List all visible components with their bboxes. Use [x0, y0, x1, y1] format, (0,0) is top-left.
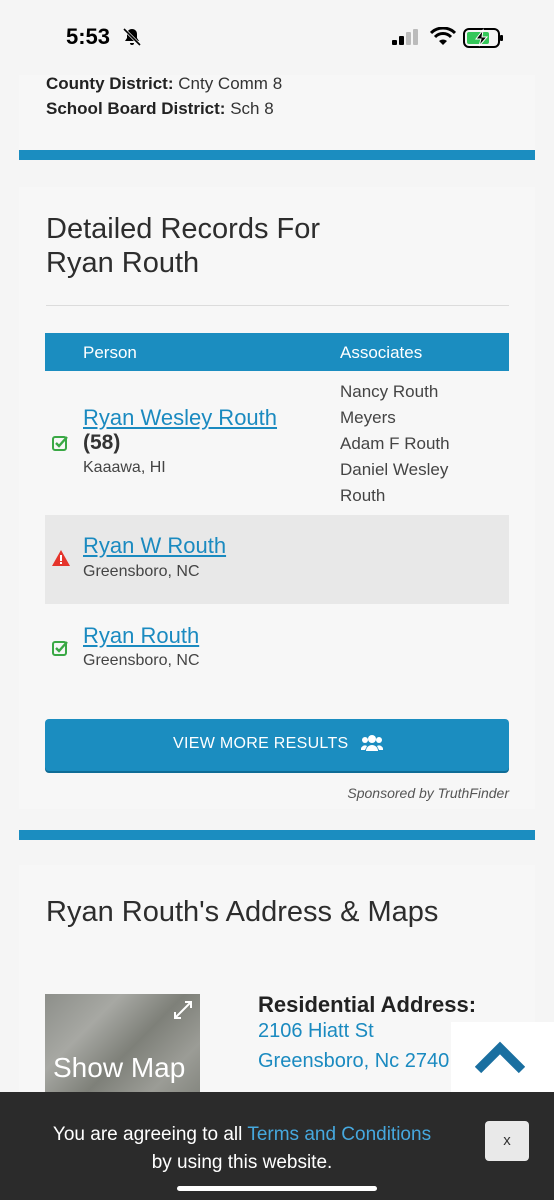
school-board-label: School Board District:	[46, 99, 226, 118]
back-to-top-button[interactable]	[451, 1022, 554, 1092]
cellular-signal-icon	[392, 29, 418, 45]
view-more-results-label: VIEW MORE RESULTS	[173, 735, 349, 752]
address-title: Ryan Routh's Address & Maps	[46, 896, 439, 928]
battery-charging-icon	[463, 28, 503, 48]
person-location: Kaaawa, HI	[83, 459, 166, 476]
close-consent-button[interactable]: x	[485, 1121, 529, 1161]
check-square-icon	[52, 641, 68, 656]
consent-suffix: by using this website.	[151, 1152, 333, 1173]
table-row: Ryan W Routh Greensboro, NC	[45, 515, 509, 604]
section-divider	[19, 830, 535, 840]
table-row: Ryan Wesley Routh (58) Kaaawa, HI Nancy …	[45, 371, 509, 515]
map-thumbnail[interactable]: Show Map	[45, 994, 200, 1094]
person-link[interactable]: Ryan Routh	[83, 623, 199, 649]
associate-name: Daniel Wesley	[340, 460, 449, 479]
person-age: (58)	[83, 431, 121, 454]
show-map-label: Show Map	[53, 1052, 186, 1083]
records-table-header: Person Associates	[45, 333, 509, 371]
address-line1-link[interactable]: 2106 Hiatt St	[258, 1020, 374, 1043]
wifi-icon	[430, 27, 456, 45]
school-board-district: School Board District: Sch 8	[46, 99, 274, 119]
records-title: Detailed Records For Ryan Routh	[46, 212, 320, 280]
county-district-value: Cnty Comm 8	[178, 74, 283, 93]
person-location: Greensboro, NC	[83, 652, 200, 669]
home-indicator	[177, 1186, 377, 1191]
associate-name: Adam F Routh	[340, 434, 450, 453]
associate-name: Meyers	[340, 408, 396, 427]
bell-muted-icon	[122, 27, 142, 47]
associate-name: Routh	[340, 486, 386, 505]
county-district-label: County District:	[46, 74, 174, 93]
table-row: Ryan Routh Greensboro, NC	[45, 604, 509, 692]
consent-message: You are agreeing to all Terms and Condit…	[0, 1121, 484, 1177]
county-district: County District: Cnty Comm 8	[46, 74, 282, 94]
terms-link[interactable]: Terms and Conditions	[247, 1124, 431, 1145]
address-line2-link[interactable]: Greensboro, Nc 2740	[258, 1050, 449, 1073]
status-time: 5:53	[66, 24, 111, 49]
status-bar: 5:53	[0, 0, 554, 75]
person-link[interactable]: Ryan W Routh	[83, 533, 226, 559]
expand-icon	[174, 1001, 192, 1019]
chevron-up-icon	[475, 1041, 525, 1074]
check-square-icon	[52, 436, 68, 451]
view-more-results-button[interactable]: VIEW MORE RESULTS	[45, 719, 509, 771]
col-associates: Associates	[340, 343, 423, 362]
residential-address-heading: Residential Address:	[258, 992, 477, 1017]
records-title-line1: Detailed Records For	[46, 213, 320, 245]
warning-triangle-icon	[52, 550, 70, 566]
associate-name: Nancy Routh	[340, 382, 439, 401]
records-title-line2: Ryan Routh	[46, 247, 200, 279]
address-divider	[46, 960, 509, 961]
person-link[interactable]: Ryan Wesley Routh	[83, 405, 277, 431]
person-location: Greensboro, NC	[83, 563, 200, 580]
sponsored-by-text: Sponsored by TruthFinder	[347, 785, 509, 801]
col-person: Person	[83, 343, 137, 362]
cookie-consent-banner: You are agreeing to all Terms and Condit…	[0, 1092, 554, 1200]
users-icon	[361, 735, 383, 751]
consent-prefix: You are agreeing to all	[52, 1124, 248, 1145]
school-board-value: Sch 8	[230, 99, 274, 118]
records-divider	[46, 305, 509, 306]
associates-list: Nancy Routh Meyers Adam F Routh Daniel W…	[340, 379, 480, 509]
section-divider	[19, 150, 535, 160]
